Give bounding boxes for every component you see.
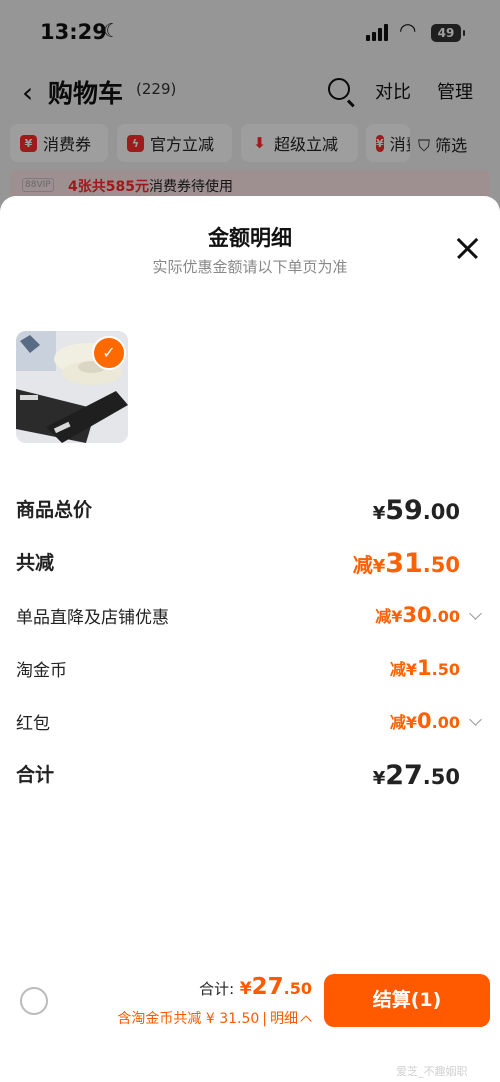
total-discount-row: 共减 减¥31.50 <box>16 548 460 579</box>
total-value: ¥27.50 <box>372 760 460 791</box>
coin-discount-summary[interactable]: 含淘金币共减 ¥ 31.50 | 明细 <box>117 1008 312 1028</box>
checkout-button[interactable]: 结算(1) <box>324 974 490 1027</box>
redpack-value: 减¥0.00 <box>389 709 460 733</box>
selected-check-icon[interactable]: ✓ <box>92 336 126 370</box>
shop-discount-value: 减¥30.00 <box>375 603 460 627</box>
amount-detail-sheet: 金额明细 实际优惠金额请以下单页为准 ✓ 商品总价 ¥59.00 共减 减¥31… <box>0 196 500 1082</box>
coin-discount-row: 淘金币 减¥1.50 <box>16 656 460 681</box>
chevron-up-icon <box>300 1015 312 1027</box>
sheet-subtitle: 实际优惠金额请以下单页为准 <box>152 258 348 276</box>
total-row: 合计 ¥27.50 <box>16 760 460 791</box>
detail-link: 明细 <box>270 1011 298 1027</box>
select-all-radio[interactable] <box>20 987 48 1015</box>
sheet-title: 金额明细 <box>208 226 292 250</box>
chevron-down-icon[interactable] <box>469 607 482 620</box>
subtotal-value: ¥59.00 <box>372 495 460 526</box>
total-discount-value: 减¥31.50 <box>352 548 460 579</box>
coin-discount-value: 减¥1.50 <box>389 656 460 680</box>
checkout-total: 合计: ¥27.50 <box>199 974 312 1000</box>
subtotal-row: 商品总价 ¥59.00 <box>16 495 460 526</box>
shop-discount-row[interactable]: 单品直降及店铺优惠 减¥30.00 <box>16 603 484 639</box>
chevron-down-icon[interactable] <box>469 713 482 726</box>
redpack-row[interactable]: 红包 减¥0.00 <box>16 709 484 745</box>
checkout-bar: 合计: ¥27.50 含淘金币共减 ¥ 31.50 | 明细 结算(1) <box>0 960 500 1082</box>
close-icon[interactable] <box>455 236 479 260</box>
